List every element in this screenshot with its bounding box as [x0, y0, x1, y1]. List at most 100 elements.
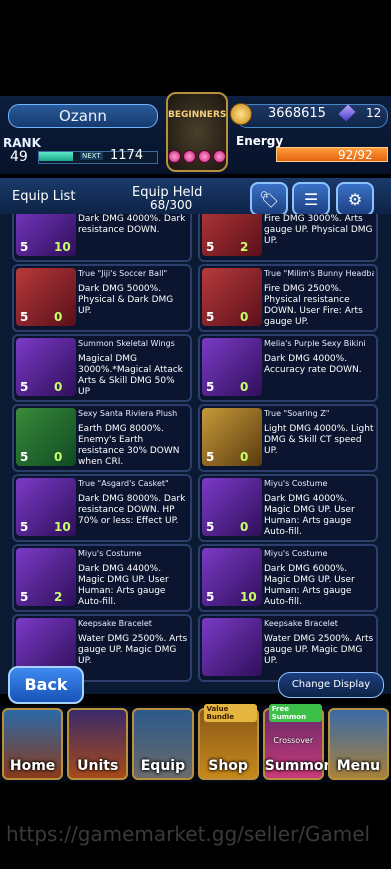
sort-button[interactable]: ☰ [292, 182, 330, 216]
equip-list-title: Equip List [12, 189, 76, 204]
nav-label: Menu [336, 758, 381, 774]
nav-shop[interactable]: Value Bundle Shop [197, 704, 259, 780]
equipment-level: 5 [206, 590, 215, 604]
orb-icon [213, 150, 226, 163]
equipment-card[interactable]: 5 0 Summon Skeletal Wings Magical DMG 3000%… [12, 334, 192, 402]
equipment-plus: 10 [54, 240, 71, 254]
equipment-level: 5 [20, 520, 29, 534]
equipment-thumbnail: 50 [16, 268, 76, 326]
equipment-plus: 0 [240, 450, 249, 464]
equipment-description: Dark DMG 4000%. Magic DMG UP. User Human… [264, 494, 355, 537]
equipment-description: Dark DMG 6000%. Magic DMG UP. User Human… [264, 564, 355, 607]
equipment-thumbnail [202, 618, 262, 676]
energy-label: Energy [236, 134, 284, 148]
equipment-description: Dark DMG 4000%. Accuracy rate DOWN. [264, 354, 362, 375]
equipment-name: Keepsake Bracelet [264, 619, 338, 628]
nav-menu[interactable]: Menu [327, 708, 390, 780]
equipment-description: Dark DMG 4000%. Dark resistance DOWN. [78, 214, 186, 235]
equipment-thumbnail: 50 [16, 408, 76, 466]
equipment-plus: 0 [54, 380, 63, 394]
equipment-plus: 0 [240, 310, 249, 324]
watermark: https://gamemarket.gg/seller/Gamel [6, 822, 371, 846]
tag-button[interactable]: 🏷 [250, 182, 288, 216]
equipment-card[interactable]: 50True "Milim's Bunny Headband"Fire DMG … [198, 264, 378, 332]
equipment-level: 5 [206, 240, 215, 254]
equipment-level: 5 [20, 380, 29, 394]
equipment-card[interactable]: 5 10 Miyu's Costume Dark DMG 6000%. Magic D… [198, 544, 378, 612]
player-name[interactable]: Ozann [8, 104, 158, 128]
gold-coin-icon [230, 103, 252, 125]
equipment-description: Fire DMG 2500%. Physical resistance DOWN… [264, 284, 363, 327]
equipment-description: Magical DMG 3000%.*Magical Attack Arts &… [78, 354, 183, 397]
tag-icon: 🏷 [258, 189, 280, 209]
equipment-card[interactable]: 5 2 Fire DMG 3000%. Arts gauge UP. Physica… [198, 214, 378, 262]
nav-badge: Value Bundle [203, 704, 257, 722]
equipment-level: 5 [20, 450, 29, 464]
equipment-plus: 0 [240, 380, 249, 394]
equipment-name: True "Jiji's Soccer Ball" [78, 269, 168, 278]
equipment-plus: 0 [54, 310, 63, 324]
rank-value: 49 [10, 149, 28, 165]
equipment-description: Water DMG 2500%. Arts gauge UP. Magic DM… [78, 634, 188, 666]
equipment-card[interactable]: 5 0 True "Jiji's Soccer Ball" Dark DMG 5000… [12, 264, 192, 332]
energy-value: 92/92 [338, 148, 373, 162]
equipment-name: Miyu's Costume [264, 549, 328, 558]
equipment-name: Miyu's Costume [264, 479, 328, 488]
nav-home[interactable]: Home [2, 708, 64, 780]
equipment-plus: 10 [240, 590, 257, 604]
equipment-plus: 0 [54, 450, 63, 464]
equipment-card[interactable]: 5 0 Sexy Santa Riviera Plush Earth DMG 8000… [12, 404, 192, 472]
orb-icon [198, 150, 211, 163]
gem-count: 12 [366, 106, 382, 120]
gear-icon: ⚙ [347, 189, 363, 209]
equipment-name: Sexy Santa Riviera Plush [78, 409, 178, 418]
gold-amount: 3668615 [268, 106, 326, 121]
equipment-name: Melia's Purple Sexy Bikini [264, 339, 366, 348]
bottom-nav: Home Units Equip Value Bundle Shop Free Summo… [0, 704, 391, 782]
equipment-card[interactable]: 5 0 Miyu's Costume Dark DMG 4000%. Magic DM… [198, 474, 378, 542]
next-label: NEXT [80, 152, 103, 160]
nav-summon[interactable]: Free Summon Crossover Summon [262, 704, 334, 780]
sort-icon: ☰ [303, 189, 319, 209]
equipment-thumbnail: 52 [202, 214, 262, 256]
equipment-thumbnail: 50 [202, 338, 262, 396]
equipment-level: 5 [20, 590, 29, 604]
equipment-card[interactable]: 5 2 Miyu's Costume Dark DMG 4400%. Magic DM… [12, 544, 192, 612]
orb-icon [168, 150, 181, 163]
equipment-level: 5 [206, 520, 215, 534]
equipment-card[interactable]: 5 10 True "Asgard's Casket" Dark DMG 8000%.… [12, 474, 192, 542]
equipment-thumbnail: 52 [16, 548, 76, 606]
equipment-name: Summon Skeletal Wings [78, 339, 175, 348]
emblem-orbs [168, 150, 228, 166]
equipment-card[interactable]: 5 0 True "Soaring Z" Light DMG 4000%. Light… [198, 404, 378, 472]
equipment-plus: 10 [54, 520, 71, 534]
rank-progress-fill [39, 152, 73, 161]
equipment-description: Fire DMG 3000%. Arts gauge UP. Physical … [264, 214, 373, 246]
equipment-description: Dark DMG 8000%. Dark resistance DOWN. HP… [78, 494, 186, 526]
equipment-description: Dark DMG 4400%. Magic DMG UP. User Human… [78, 564, 169, 607]
equipment-grid: 5 10 Dark DMG 4000%. Dark resistance DOWN.… [0, 214, 391, 694]
equipment-thumbnail: 5 10 [16, 214, 76, 256]
nav-label: Summon [264, 758, 334, 774]
nav-label: Shop [208, 758, 248, 774]
equip-held-count: 68/300 [150, 198, 193, 212]
nav-label: Units [77, 758, 119, 774]
settings-button[interactable]: ⚙ [336, 182, 374, 216]
nav-equip[interactable]: Equip [132, 708, 194, 780]
equipment-thumbnail: 5 10 [16, 478, 76, 536]
equipment-card[interactable]: 5 10 Dark DMG 4000%. Dark resistance DOWN. [12, 214, 192, 262]
equipment-thumbnail: 5 10 [202, 548, 262, 606]
equipment-level: 5 [206, 380, 215, 394]
equipment-plus: 2 [240, 240, 249, 254]
equipment-name: Keepsake Bracelet [78, 619, 152, 628]
nav-label: Equip [140, 758, 186, 774]
nav-units[interactable]: Units [67, 708, 129, 780]
equipment-description: Water DMG 2500%. Arts gauge UP. Magic DM… [264, 634, 374, 666]
equipment-plus: 0 [240, 520, 249, 534]
equipment-level: 5 [20, 310, 29, 324]
back-button[interactable]: Back [8, 666, 84, 704]
equipment-card[interactable]: 5 0 Melia's Purple Sexy Bikini Dark DMG 400… [198, 334, 378, 402]
equipment-name: Miyu's Costume [78, 549, 142, 558]
change-display-button[interactable]: Change Display [278, 672, 384, 698]
equipment-description: Light DMG 4000%. Light DMG & Skill CT sp… [264, 424, 374, 456]
